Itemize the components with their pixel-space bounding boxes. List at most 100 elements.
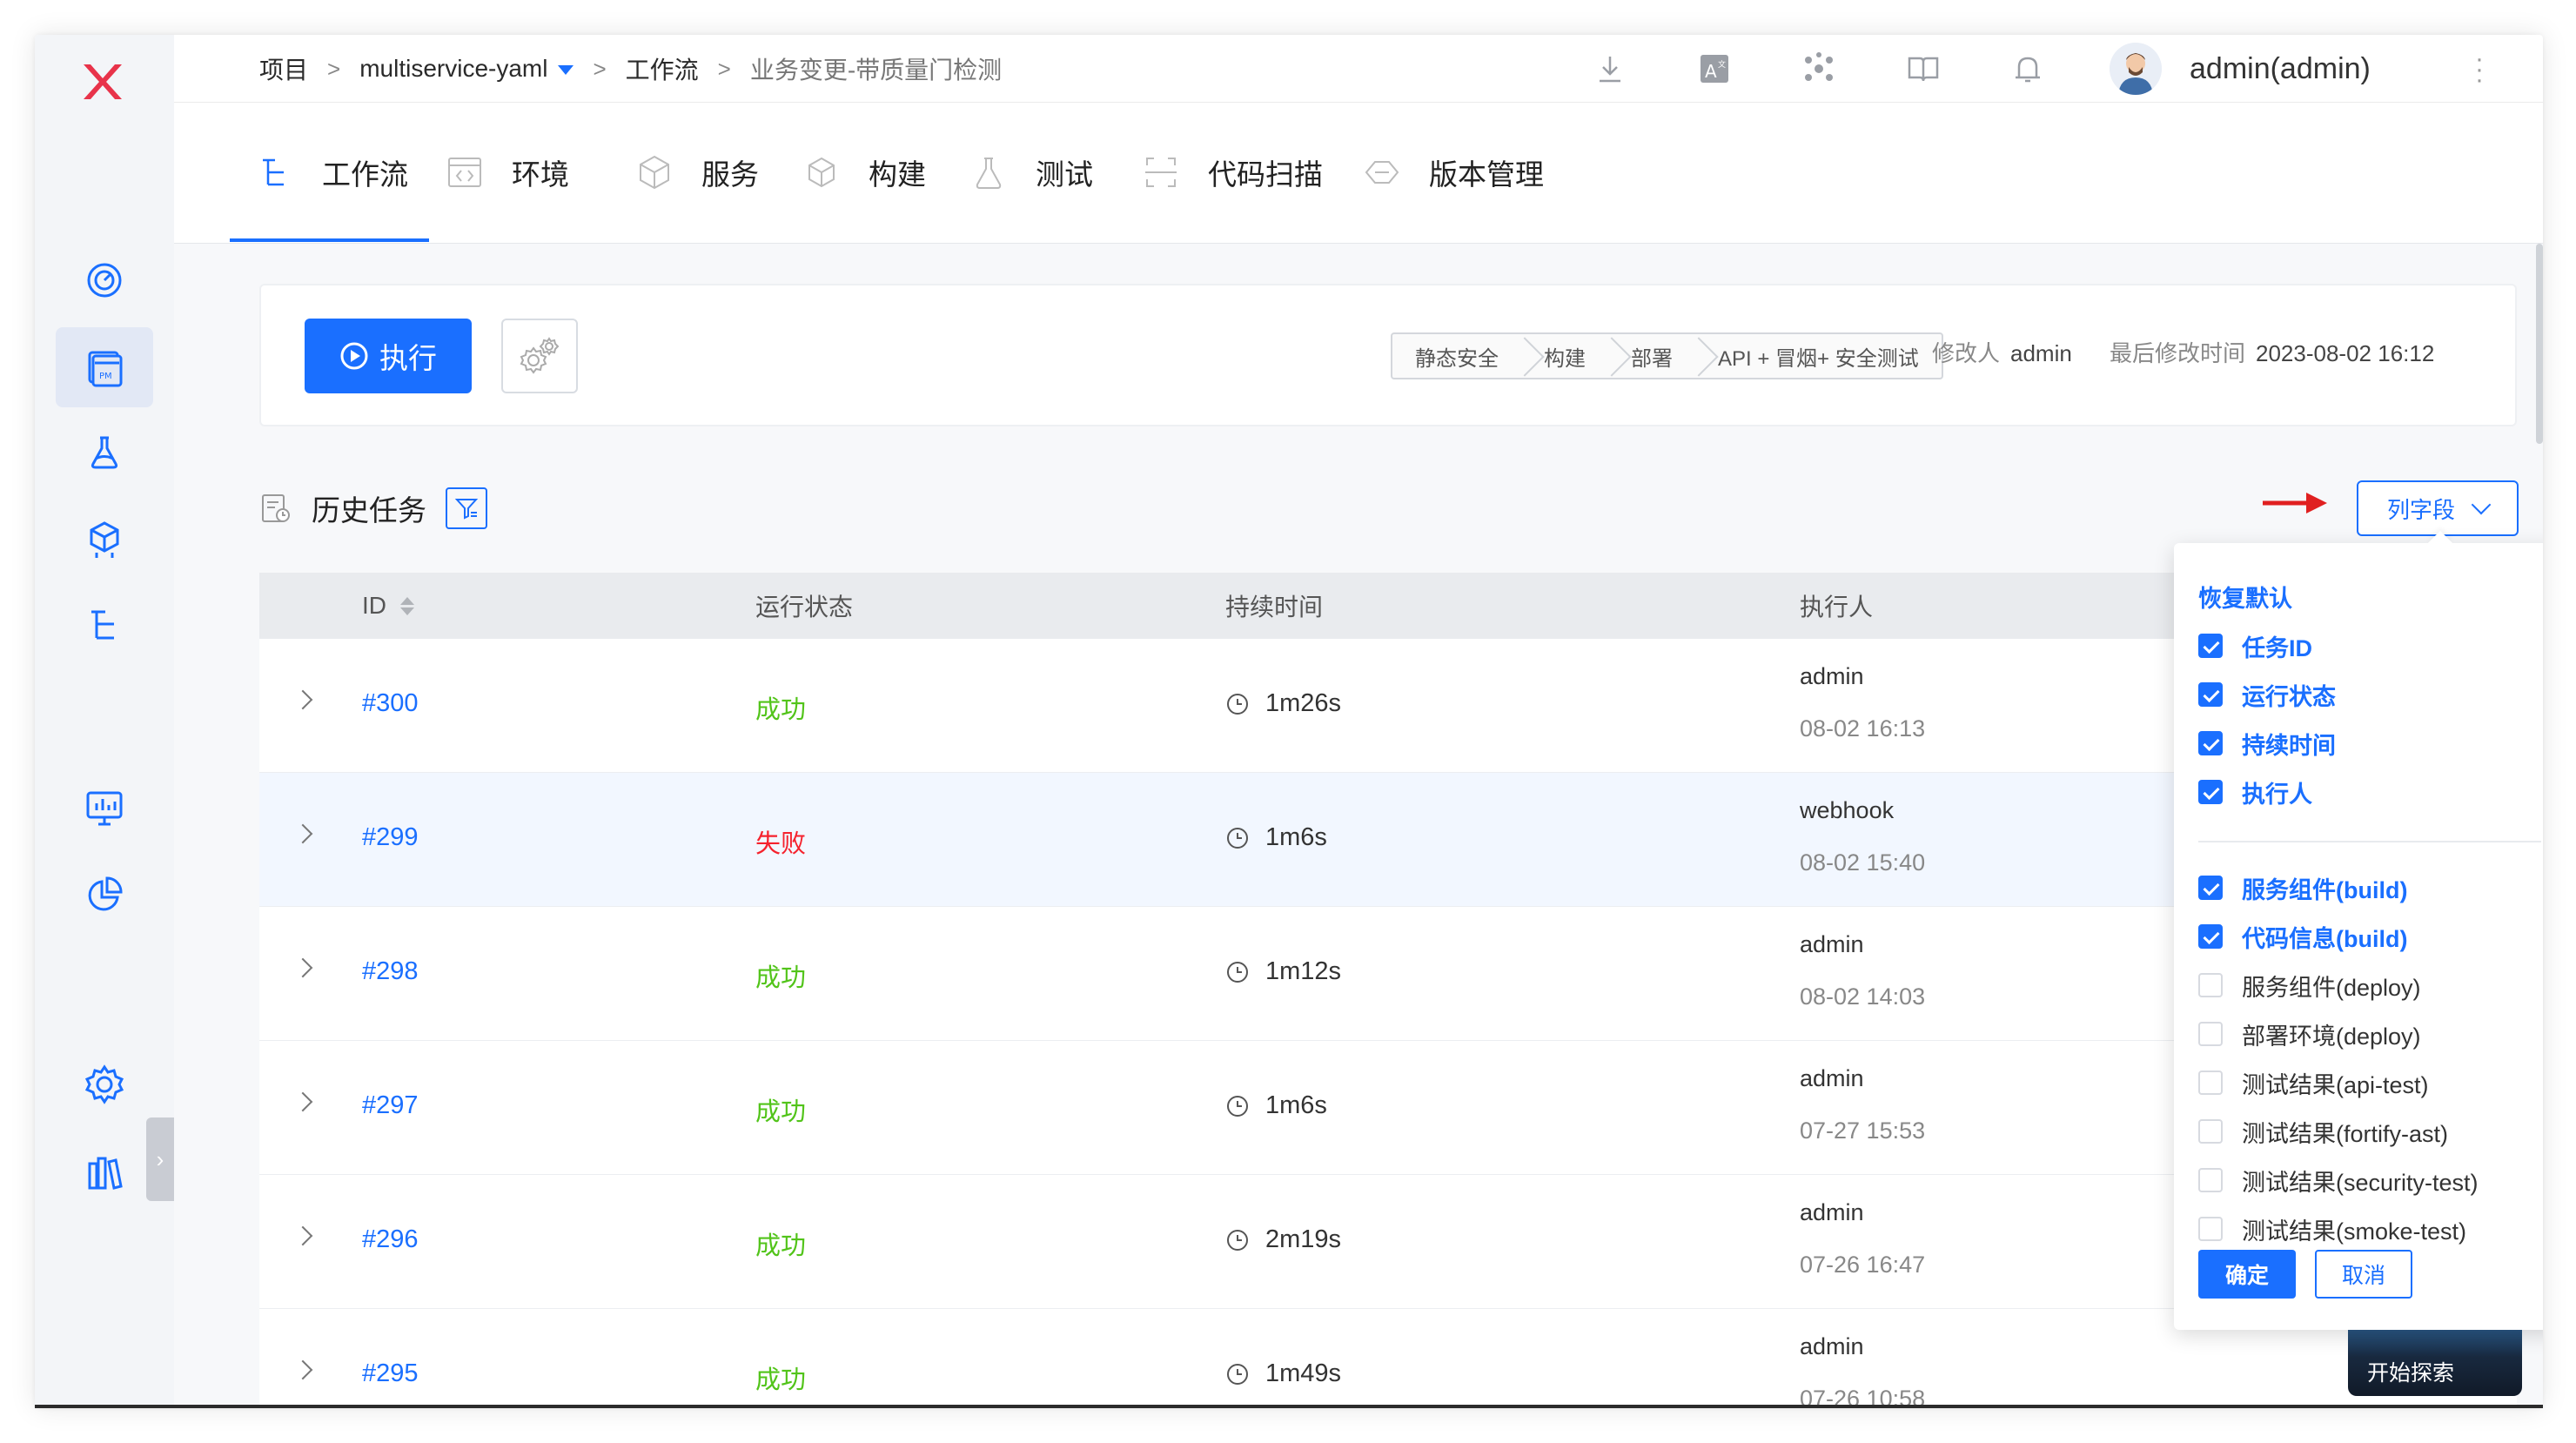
sidebar-item-workflows[interactable]: [56, 585, 153, 665]
header-id[interactable]: ID: [362, 592, 414, 620]
tab-workflow[interactable]: 工作流: [230, 103, 429, 242]
column-option[interactable]: 代码信息(build): [2198, 919, 2407, 954]
task-id-link[interactable]: #298: [362, 957, 419, 986]
column-fields-button[interactable]: 列字段: [2357, 480, 2519, 536]
task-id-link[interactable]: #295: [362, 1359, 419, 1388]
sidebar-item-projects[interactable]: PM: [56, 327, 153, 407]
checkbox[interactable]: [2198, 1071, 2223, 1095]
column-option[interactable]: 持续时间: [2198, 726, 2336, 761]
expand-row-icon[interactable]: [292, 957, 313, 978]
checkbox[interactable]: [2198, 780, 2223, 804]
column-option[interactable]: 服务组件(build): [2198, 870, 2407, 905]
column-option-label: 任务ID: [2242, 634, 2312, 661]
duration-value: 1m6s: [1265, 1091, 1327, 1119]
checkbox[interactable]: [2198, 1119, 2223, 1144]
cancel-button[interactable]: 取消: [2315, 1250, 2412, 1299]
task-id-link[interactable]: #297: [362, 1091, 419, 1120]
dropdown-divider: [2198, 841, 2541, 842]
project-dropdown-caret-icon[interactable]: [558, 64, 574, 75]
confirm-button[interactable]: 确定: [2198, 1250, 2296, 1299]
user-menu[interactable]: admin(admin): [2110, 35, 2371, 103]
column-option[interactable]: 测试结果(api-test): [2198, 1065, 2429, 1100]
tab-build[interactable]: 构建: [802, 103, 926, 242]
translate-button[interactable]: A文: [1662, 35, 1767, 103]
run-status: 成功: [755, 964, 807, 992]
column-option-label: 代码信息(build): [2242, 925, 2408, 952]
app-window: PM › 项目 > multiservice-yaml > 工作流 > 业务变更…: [35, 35, 2543, 1408]
download-button[interactable]: [1558, 35, 1662, 103]
run-status: 成功: [755, 1366, 807, 1394]
checkbox[interactable]: [2198, 1168, 2223, 1192]
workflow-settings-button[interactable]: [501, 319, 578, 393]
tab-environment[interactable]: 环境: [446, 103, 569, 242]
task-id-link[interactable]: #296: [362, 1225, 419, 1254]
sidebar-item-monitor[interactable]: [56, 768, 153, 848]
task-id-link[interactable]: #299: [362, 823, 419, 852]
expand-row-icon[interactable]: [292, 1091, 313, 1112]
download-icon: [1600, 57, 1620, 83]
run-label: 执行: [379, 342, 437, 374]
expand-row-icon[interactable]: [292, 1225, 313, 1246]
tab-code-scan[interactable]: 代码扫描: [1142, 103, 1323, 242]
breadcrumb-project-name[interactable]: multiservice-yaml: [359, 55, 547, 83]
sidebar-collapse-handle[interactable]: ›: [146, 1117, 174, 1201]
tab-service[interactable]: 服务: [635, 103, 759, 242]
checkbox[interactable]: [2198, 924, 2223, 949]
column-option[interactable]: 任务ID: [2198, 628, 2312, 663]
checkbox[interactable]: [2198, 634, 2223, 658]
checkbox[interactable]: [2198, 682, 2223, 707]
column-option[interactable]: 运行状态: [2198, 677, 2336, 712]
clock-icon: [1227, 1363, 1248, 1385]
task-id-link[interactable]: #300: [362, 689, 419, 718]
tab-label: 服务: [701, 158, 759, 191]
sidebar-item-docs[interactable]: [56, 1131, 153, 1211]
sidebar-item-dashboard[interactable]: [56, 240, 153, 320]
zadig-logo[interactable]: [77, 56, 129, 108]
checkbox[interactable]: [2198, 876, 2223, 900]
column-option[interactable]: 测试结果(fortify-ast): [2198, 1114, 2448, 1149]
cube-icon: [90, 521, 119, 558]
start-explore-button[interactable]: 开始探索: [2348, 1325, 2522, 1396]
workflow-tree-icon: [91, 610, 114, 640]
page-scrollbar[interactable]: [2536, 244, 2543, 444]
sidebar-item-artifacts[interactable]: [56, 500, 153, 580]
breadcrumb-current: 业务变更-带质量门检测: [749, 57, 1003, 84]
header-duration: 持续时间: [1225, 594, 1324, 621]
plugin-button[interactable]: [1767, 35, 1871, 103]
more-menu-icon[interactable]: · · ·: [2475, 46, 2484, 93]
expand-row-icon[interactable]: [292, 1359, 313, 1380]
tab-test[interactable]: 测试: [969, 103, 1093, 242]
column-option[interactable]: 测试结果(security-test): [2198, 1163, 2479, 1198]
tab-label: 代码扫描: [1208, 158, 1323, 191]
sidebar-item-testing[interactable]: [56, 413, 153, 493]
svg-text:PM: PM: [99, 372, 112, 381]
sidebar-item-insights[interactable]: [56, 855, 153, 935]
checkbox[interactable]: [2198, 731, 2223, 755]
executor: admin: [1800, 1333, 1864, 1359]
tab-version[interactable]: 版本管理: [1363, 103, 1544, 242]
docs-button[interactable]: [1871, 35, 1976, 103]
run-workflow-button[interactable]: 执行: [305, 319, 472, 393]
sidebar-item-settings[interactable]: [56, 1044, 153, 1124]
history-filter-button[interactable]: [446, 487, 487, 529]
column-option[interactable]: 服务组件(deploy): [2198, 968, 2421, 1003]
breadcrumb-project[interactable]: 项目: [259, 51, 308, 86]
clock-icon: [1227, 1095, 1248, 1117]
column-option[interactable]: 执行人: [2198, 775, 2312, 809]
breadcrumb-separator: >: [593, 55, 607, 82]
sort-icon[interactable]: [400, 596, 414, 615]
notifications-button[interactable]: [1976, 35, 2080, 103]
restore-default-link[interactable]: 恢复默认: [2198, 580, 2292, 614]
column-option[interactable]: 部署环境(deploy): [2198, 1017, 2421, 1051]
executed-at: 08-02 15:40: [1800, 849, 1926, 876]
executor: admin: [1800, 663, 1864, 689]
checkbox[interactable]: [2198, 1022, 2223, 1046]
checkbox[interactable]: [2198, 973, 2223, 997]
expand-row-icon[interactable]: [292, 689, 313, 710]
checkbox[interactable]: [2198, 1217, 2223, 1241]
header-executor: 执行人: [1800, 594, 1874, 621]
expand-row-icon[interactable]: [292, 823, 313, 844]
column-option[interactable]: 测试结果(smoke-test): [2198, 1211, 2466, 1246]
breadcrumb-workflows[interactable]: 工作流: [626, 51, 699, 86]
tab-label: 工作流: [322, 158, 408, 191]
